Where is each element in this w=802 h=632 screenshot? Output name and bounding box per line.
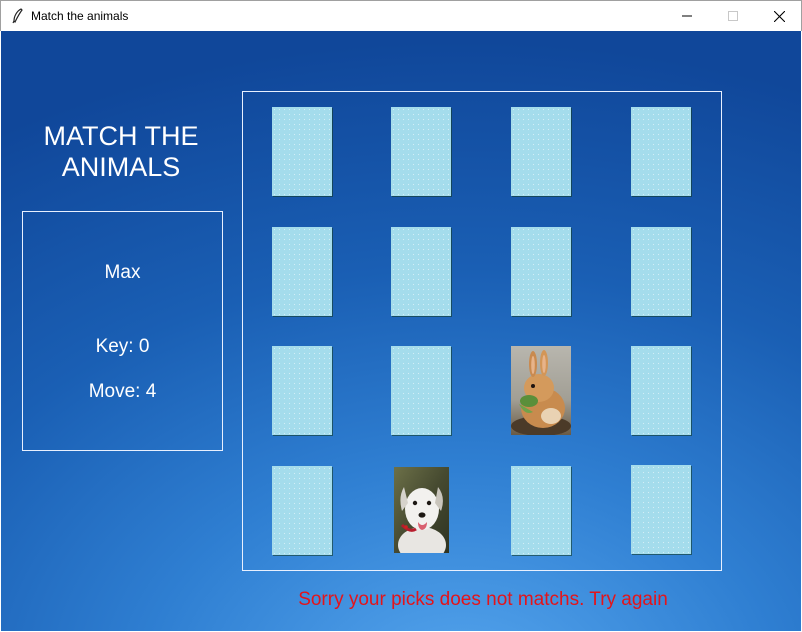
- card-board: [242, 91, 722, 571]
- player-name: Max: [104, 262, 141, 283]
- card-r0-c0[interactable]: [272, 107, 332, 196]
- heading-line-1: MATCH THE: [43, 121, 199, 151]
- card-r3-c2[interactable]: [511, 466, 571, 555]
- feather-icon: [12, 8, 23, 24]
- card-r2-c3[interactable]: [631, 346, 691, 435]
- move-counter: Move: 4: [88, 381, 157, 402]
- window-title: Match the animals: [31, 9, 129, 23]
- status-message: Sorry your picks does not matchs. Try ag…: [298, 589, 668, 610]
- card-r3-c3[interactable]: [631, 465, 691, 554]
- card-r1-c2[interactable]: [511, 227, 571, 316]
- maximize-icon: [728, 11, 738, 21]
- card-r0-c2[interactable]: [511, 107, 571, 196]
- card-r1-c0[interactable]: [272, 227, 332, 316]
- maximize-button[interactable]: [710, 1, 756, 31]
- minimize-icon: [682, 15, 692, 17]
- minimize-button[interactable]: [664, 1, 710, 31]
- card-r3-c1-dog[interactable]: [394, 467, 449, 553]
- close-icon: [773, 10, 785, 22]
- card-r0-c1[interactable]: [391, 107, 451, 196]
- game-heading: MATCH THE ANIMALS: [21, 121, 221, 183]
- card-r2-c1[interactable]: [391, 346, 451, 435]
- player-info-panel: Max Key: 0 Move: 4: [22, 211, 223, 451]
- heading-line-2: ANIMALS: [61, 152, 181, 182]
- key-counter: Key: 0: [95, 336, 150, 357]
- card-r2-c0[interactable]: [272, 346, 332, 435]
- card-r3-c0[interactable]: [272, 466, 332, 555]
- card-r2-c2-rabbit[interactable]: [511, 346, 571, 435]
- card-r1-c1[interactable]: [391, 227, 451, 316]
- card-r1-c3[interactable]: [631, 227, 691, 316]
- rabbit-photo: [511, 346, 571, 435]
- window-titlebar[interactable]: Match the animals: [0, 0, 802, 31]
- dog-photo: [394, 467, 449, 553]
- close-button[interactable]: [756, 1, 802, 31]
- game-window: MATCH THE ANIMALS Max Key: 0 Move: 4 Sor…: [1, 31, 801, 631]
- card-r0-c3[interactable]: [631, 107, 691, 196]
